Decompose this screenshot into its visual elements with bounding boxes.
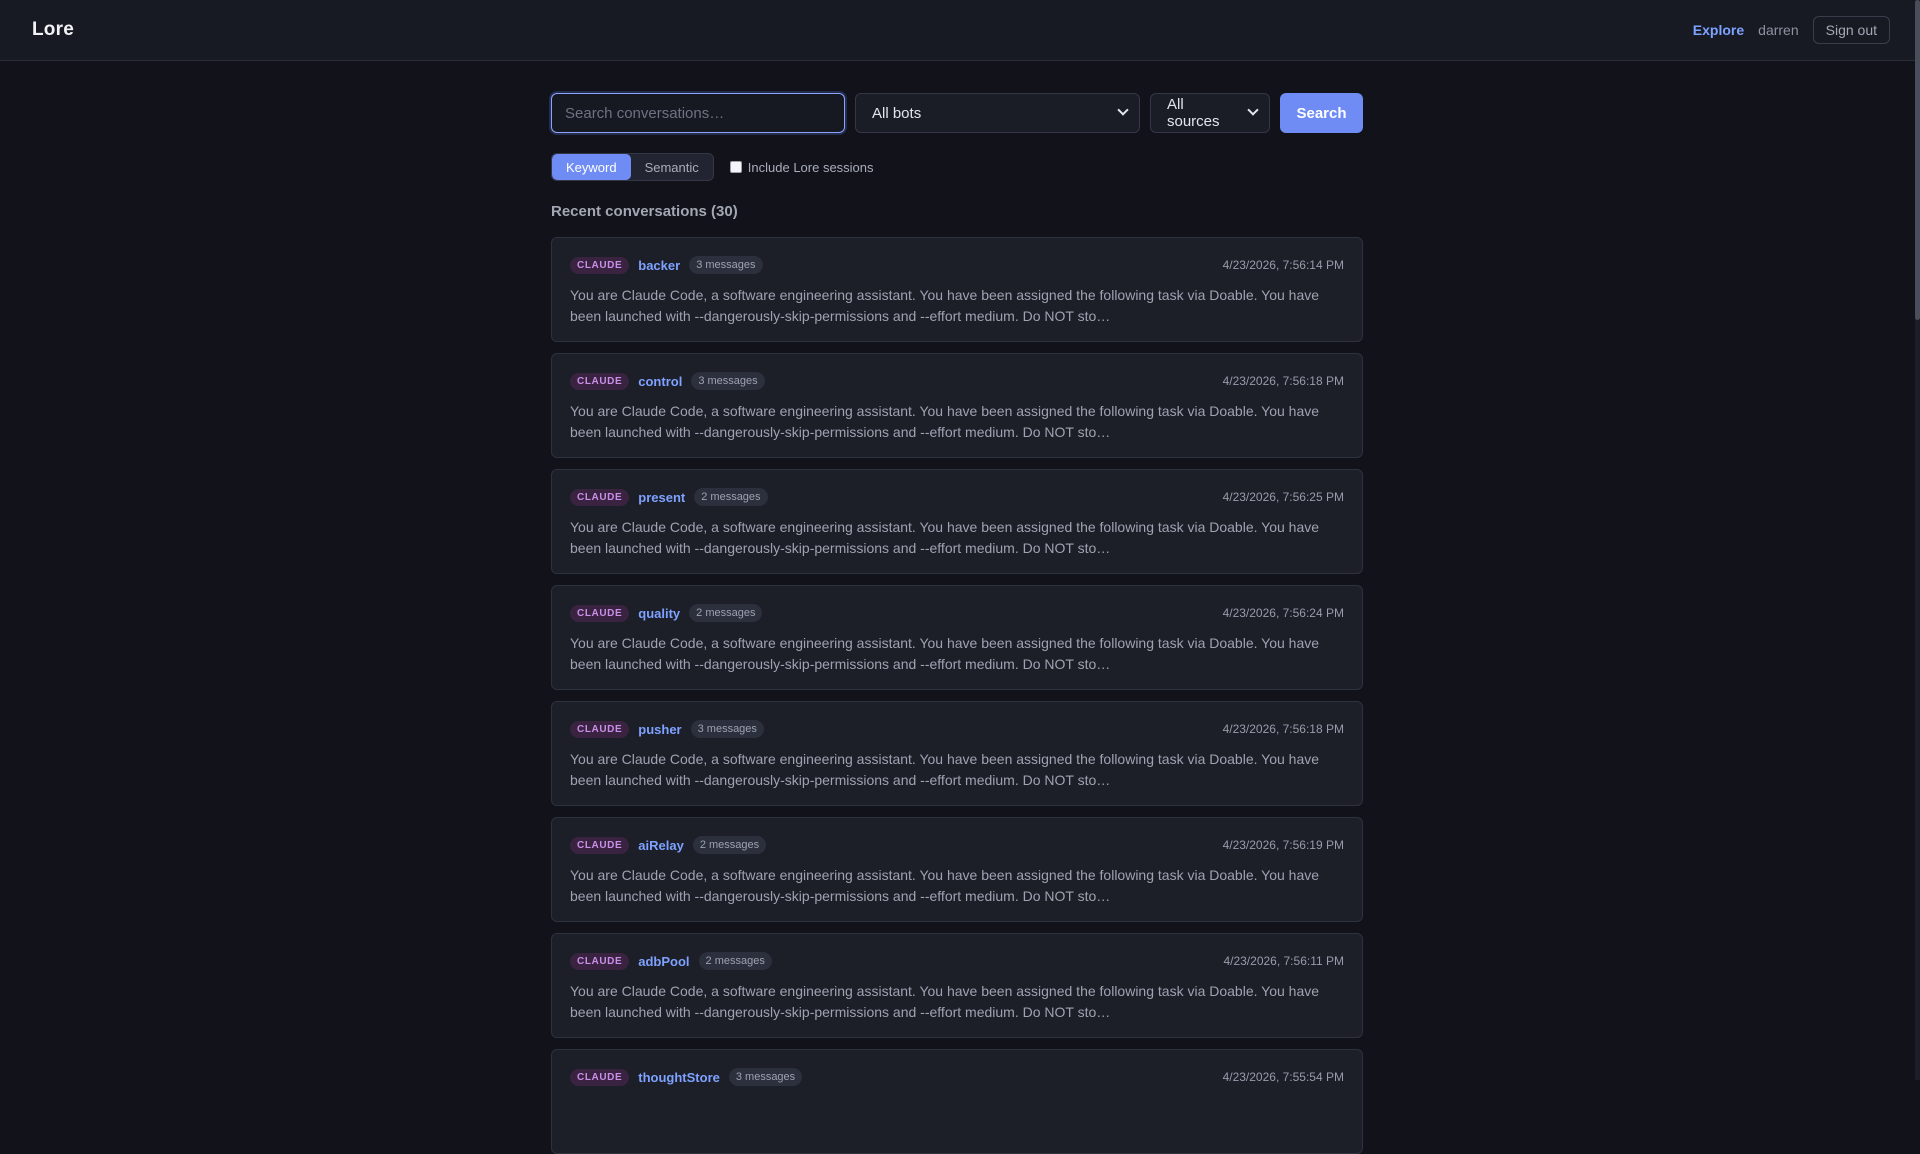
scrollbar-track[interactable]: [1915, 0, 1920, 1080]
conversation-timestamp: 4/23/2026, 7:56:18 PM: [1222, 722, 1344, 736]
conversation-card[interactable]: CLAUDE present 2 messages 4/23/2026, 7:5…: [551, 469, 1363, 574]
conversation-timestamp: 4/23/2026, 7:56:19 PM: [1222, 838, 1344, 852]
source-tag: CLAUDE: [570, 836, 630, 854]
conversation-preview: You are Claude Code, a software engineer…: [570, 403, 1320, 440]
conversation-preview: You are Claude Code, a software engineer…: [570, 983, 1320, 1020]
conversation-card[interactable]: CLAUDE adbPool 2 messages 4/23/2026, 7:5…: [551, 933, 1363, 1038]
include-lore-sessions[interactable]: Include Lore sessions: [729, 159, 874, 175]
conversation-timestamp: 4/23/2026, 7:56:11 PM: [1223, 954, 1344, 968]
chevron-down-icon: [1117, 104, 1129, 116]
conversation-card[interactable]: CLAUDE pusher 3 messages 4/23/2026, 7:56…: [551, 701, 1363, 806]
message-count-badge: 3 messages: [691, 372, 765, 390]
card-header: CLAUDE pusher 3 messages 4/23/2026, 7:56…: [570, 720, 1344, 738]
message-count-badge: 3 messages: [689, 256, 763, 274]
bots-select-value: All bots: [872, 104, 922, 122]
conversation-card[interactable]: CLAUDE backer 3 messages 4/23/2026, 7:56…: [551, 237, 1363, 342]
bot-name-link[interactable]: present: [638, 490, 685, 505]
conversation-timestamp: 4/23/2026, 7:56:14 PM: [1222, 258, 1344, 272]
mode-semantic-button[interactable]: Semantic: [631, 154, 713, 180]
source-tag: CLAUDE: [570, 256, 630, 274]
conversation-preview: You are Claude Code, a software engineer…: [570, 635, 1320, 672]
bot-name-link[interactable]: aiRelay: [638, 838, 684, 853]
app-name: Lore: [32, 19, 74, 40]
sources-select-value: All sources: [1167, 96, 1220, 130]
card-header: CLAUDE adbPool 2 messages 4/23/2026, 7:5…: [570, 952, 1344, 970]
card-header: CLAUDE aiRelay 2 messages 4/23/2026, 7:5…: [570, 836, 1344, 854]
search-row: All bots All sources Search: [551, 93, 1363, 133]
bot-name-link[interactable]: backer: [638, 258, 680, 273]
conversation-preview: You are Claude Code, a software engineer…: [570, 751, 1320, 788]
search-button[interactable]: Search: [1280, 93, 1363, 133]
source-tag: CLAUDE: [570, 604, 630, 622]
message-count-badge: 2 messages: [692, 836, 767, 854]
card-header: CLAUDE quality 2 messages 4/23/2026, 7:5…: [570, 604, 1344, 622]
card-meta: CLAUDE pusher 3 messages: [570, 720, 764, 738]
card-meta: CLAUDE present 2 messages: [570, 488, 768, 506]
search-input[interactable]: [551, 93, 845, 133]
nav-explore-link[interactable]: Explore: [1693, 22, 1744, 38]
conversation-timestamp: 4/23/2026, 7:55:54 PM: [1222, 1070, 1344, 1084]
conversation-card[interactable]: CLAUDE control 3 messages 4/23/2026, 7:5…: [551, 353, 1363, 458]
bot-name-link[interactable]: adbPool: [638, 954, 689, 969]
sources-select[interactable]: All sources: [1150, 93, 1270, 133]
search-mode-toggle: Keyword Semantic: [551, 153, 714, 181]
bot-name-link[interactable]: thoughtStore: [638, 1070, 720, 1085]
bot-name-link[interactable]: pusher: [638, 722, 681, 737]
top-navigation-bar: Lore Explore darren Sign out: [0, 0, 1915, 61]
card-header: CLAUDE control 3 messages 4/23/2026, 7:5…: [570, 372, 1344, 390]
conversation-card[interactable]: CLAUDE thoughtStore 3 messages 4/23/2026…: [551, 1049, 1363, 1154]
include-lore-sessions-checkbox[interactable]: [729, 161, 742, 173]
conversation-timestamp: 4/23/2026, 7:56:25 PM: [1222, 490, 1344, 504]
card-meta: CLAUDE adbPool 2 messages: [570, 952, 772, 970]
bots-select[interactable]: All bots: [855, 93, 1140, 133]
source-tag: CLAUDE: [570, 720, 630, 738]
recent-conversations-heading: Recent conversations (30): [551, 203, 738, 220]
card-header: CLAUDE backer 3 messages 4/23/2026, 7:56…: [570, 256, 1344, 274]
source-tag: CLAUDE: [570, 1068, 630, 1086]
conversation-timestamp: 4/23/2026, 7:56:24 PM: [1222, 606, 1344, 620]
mode-keyword-button[interactable]: Keyword: [552, 154, 631, 180]
message-count-badge: 2 messages: [694, 488, 768, 506]
sign-out-button[interactable]: Sign out: [1812, 16, 1890, 44]
chevron-down-icon: [1247, 104, 1259, 116]
search-mode-row: Keyword Semantic Include Lore sessions: [551, 153, 1363, 181]
source-tag: CLAUDE: [570, 372, 630, 390]
card-header: CLAUDE thoughtStore 3 messages 4/23/2026…: [570, 1068, 1344, 1086]
message-count-badge: 3 messages: [728, 1068, 803, 1086]
message-count-badge: 2 messages: [689, 604, 763, 622]
conversation-card[interactable]: CLAUDE quality 2 messages 4/23/2026, 7:5…: [551, 585, 1363, 690]
card-header: CLAUDE present 2 messages 4/23/2026, 7:5…: [570, 488, 1344, 506]
conversation-preview: You are Claude Code, a software engineer…: [570, 519, 1320, 556]
card-meta: CLAUDE backer 3 messages: [570, 256, 763, 274]
card-meta: CLAUDE control 3 messages: [570, 372, 765, 390]
username: darren: [1758, 22, 1799, 38]
conversation-timestamp: 4/23/2026, 7:56:18 PM: [1222, 374, 1344, 388]
include-lore-sessions-label: Include Lore sessions: [747, 159, 874, 175]
conversation-list: CLAUDE backer 3 messages 4/23/2026, 7:56…: [551, 237, 1363, 1154]
card-meta: CLAUDE aiRelay 2 messages: [570, 836, 767, 854]
message-count-badge: 2 messages: [698, 952, 772, 970]
bot-name-link[interactable]: control: [638, 374, 682, 389]
scrollbar-thumb[interactable]: [1915, 0, 1920, 320]
header-nav: Explore darren Sign out: [1693, 16, 1890, 44]
conversation-preview: You are Claude Code, a software engineer…: [570, 867, 1320, 904]
source-tag: CLAUDE: [570, 952, 630, 970]
conversation-preview: You are Claude Code, a software engineer…: [570, 287, 1320, 324]
source-tag: CLAUDE: [570, 488, 630, 506]
message-count-badge: 3 messages: [690, 720, 764, 738]
card-meta: CLAUDE thoughtStore 3 messages: [570, 1068, 803, 1086]
card-meta: CLAUDE quality 2 messages: [570, 604, 763, 622]
brand[interactable]: Lore: [24, 19, 74, 41]
bot-name-link[interactable]: quality: [638, 606, 680, 621]
main-content: All bots All sources Search Keyword Sema…: [551, 93, 1363, 1154]
conversation-card[interactable]: CLAUDE aiRelay 2 messages 4/23/2026, 7:5…: [551, 817, 1363, 922]
